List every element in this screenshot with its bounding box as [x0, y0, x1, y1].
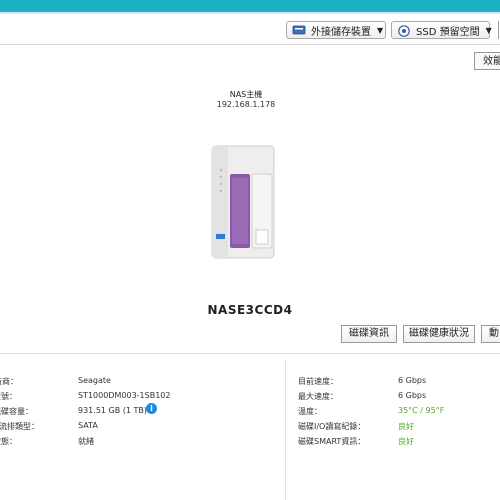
disk-info-button[interactable]: 磁碟資訊	[341, 325, 397, 343]
ssd-overprovision-label: SSD 預留空間	[416, 26, 480, 38]
temperature-value: 35°C / 95°F	[398, 406, 445, 415]
temperature-label: 溫度：	[298, 407, 322, 416]
status-value: 就緒	[78, 437, 94, 446]
toolbar-separator	[498, 21, 499, 39]
nas-device-image	[210, 144, 276, 260]
capacity-value: 931.51 GB (1 TB)	[78, 406, 148, 415]
current-speed-value: 6 Gbps	[398, 376, 427, 385]
manufacturer-label: 製造商：	[0, 377, 18, 386]
max-speed-label: 最大速度：	[298, 392, 338, 401]
nas-ip-address: 192.168.1.178	[216, 100, 276, 109]
model-value: ST1000DM003-1SB102	[78, 391, 171, 400]
external-drive-icon	[292, 25, 306, 35]
top-accent-bar	[0, 0, 500, 12]
current-speed-label: 目前速度：	[298, 377, 338, 386]
max-speed-value: 6 Gbps	[398, 391, 427, 400]
ssd-overprovision-button[interactable]: SSD 預留空間 ▼	[391, 21, 492, 39]
smart-info-value: 良好	[398, 437, 414, 446]
chevron-down-icon: ▼	[377, 25, 384, 35]
disk-name: NASE3CCD4	[207, 303, 293, 317]
column-divider	[285, 360, 286, 500]
bus-type-value: SATA	[78, 421, 98, 430]
smart-info-label: 磁碟SMART資訊：	[298, 437, 366, 446]
section-divider	[0, 353, 500, 354]
manufacturer-value: Seagate	[78, 376, 111, 385]
status-label: 狀態：	[0, 437, 17, 446]
disk-health-button[interactable]: 磁碟健康狀況	[403, 325, 475, 343]
info-icon[interactable]: i	[146, 403, 157, 414]
action-button[interactable]: 動	[481, 325, 500, 343]
bus-type-label: 匯流排類型：	[0, 422, 39, 431]
external-storage-label: 外接儲存裝置	[311, 26, 371, 38]
io-log-value: 良好	[398, 422, 414, 431]
model-label: 型號：	[0, 392, 17, 401]
toolbar: 外接儲存裝置 ▼ SSD 預留空間 ▼	[0, 14, 500, 45]
chevron-down-icon: ▼	[485, 25, 492, 35]
nas-host-label: NAS主機	[229, 90, 263, 99]
capacity-label: 磁碟容量：	[0, 407, 33, 416]
performance-button[interactable]: 效能	[474, 52, 500, 70]
external-storage-button[interactable]: 外接儲存裝置 ▼	[286, 21, 386, 39]
io-log-label: 磁碟I/O讀寫紀錄：	[298, 422, 366, 431]
ssd-icon	[397, 25, 411, 37]
